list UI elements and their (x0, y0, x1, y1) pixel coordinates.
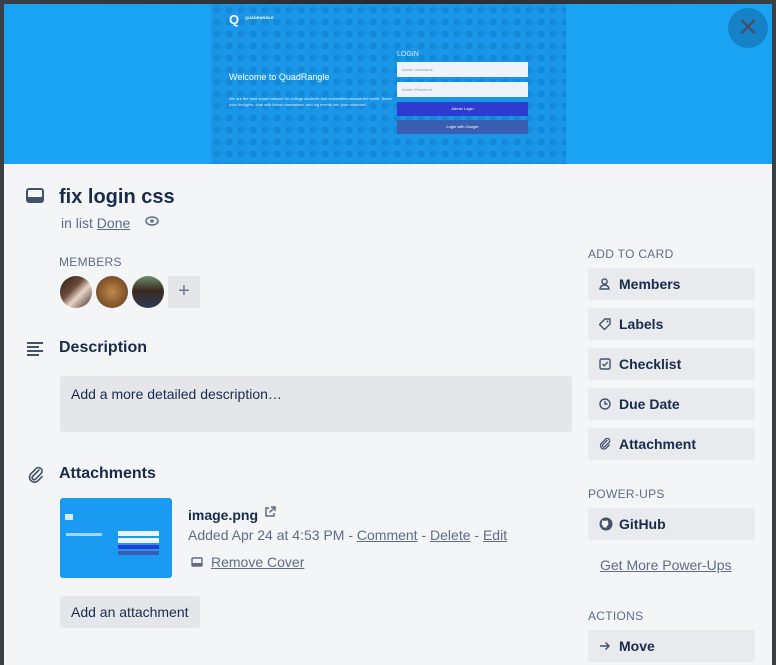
thumb-text (66, 533, 102, 536)
card-title[interactable]: fix login css (59, 186, 175, 209)
remove-cover-link[interactable]: Remove Cover (211, 554, 304, 570)
checkbox-icon (599, 358, 611, 370)
thumb-field (118, 531, 159, 536)
github-icon (599, 517, 613, 531)
attachments-heading: Attachments (59, 465, 156, 482)
cover-password-field: Admin Password (397, 82, 528, 97)
cover-welcome-text: Welcome to QuadRangle (229, 72, 330, 82)
github-button[interactable]: GitHub (588, 508, 755, 540)
power-ups-label: POWER-UPS (588, 487, 665, 501)
move-button[interactable]: Move (588, 630, 755, 662)
card-detail-modal: Q QUADRANGLE Welcome to QuadRangle We ar… (4, 4, 772, 665)
description-heading: Description (59, 339, 148, 356)
due-date-button[interactable]: Due Date (588, 388, 755, 420)
add-attachment-button[interactable]: Add an attachment (60, 596, 200, 628)
due-date-button-label: Due Date (619, 396, 680, 412)
thumb-field (118, 538, 159, 543)
card-icon (26, 188, 44, 203)
in-list-prefix: in list (61, 215, 93, 231)
add-member-button[interactable]: + (168, 276, 200, 308)
attachment-meta: Added Apr 24 at 4:53 PM - Comment - Dele… (188, 527, 507, 543)
attachment-button-label: Attachment (619, 436, 697, 452)
add-to-card-label: ADD TO CARD (588, 247, 674, 261)
person-icon (599, 278, 610, 290)
list-link[interactable]: Done (97, 215, 130, 231)
cover-logo: Q QUADRANGLE (229, 12, 274, 27)
attachment-edit-link[interactable]: Edit (483, 527, 507, 543)
open-external-icon[interactable] (263, 505, 277, 519)
thumb-button (118, 545, 159, 549)
thumb-logo (65, 514, 73, 520)
labels-button[interactable]: Labels (588, 308, 755, 340)
cover-username-field: Admin Username (397, 62, 528, 77)
avatar[interactable] (132, 276, 164, 308)
cover-card-icon (191, 557, 203, 567)
members-button-label: Members (619, 276, 681, 292)
attachment-button[interactable]: Attachment (588, 428, 755, 460)
cover-google-login-button: Login with Google (397, 120, 528, 134)
close-icon: ✕ (737, 12, 759, 42)
checklist-button[interactable]: Checklist (588, 348, 755, 380)
cover-image: Q QUADRANGLE Welcome to QuadRangle We ar… (211, 4, 566, 164)
attachment-file-name[interactable]: image.png (188, 507, 258, 523)
members-label: MEMBERS (59, 255, 122, 269)
actions-label: ACTIONS (588, 609, 644, 623)
close-button[interactable]: ✕ (728, 8, 768, 48)
attachment-delete-link[interactable]: Delete (430, 527, 470, 543)
move-button-label: Move (619, 638, 655, 654)
description-lines-icon (27, 342, 43, 356)
watch-eye-icon[interactable] (145, 215, 159, 227)
github-button-label: GitHub (619, 516, 666, 532)
paperclip-icon (28, 466, 43, 483)
checklist-button-label: Checklist (619, 356, 682, 372)
paperclip-icon (599, 438, 611, 450)
get-more-power-ups-link[interactable]: Get More Power-Ups (600, 557, 731, 573)
tag-icon (599, 318, 611, 330)
description-input[interactable]: Add a more detailed description… (60, 376, 572, 432)
avatar[interactable] (96, 276, 128, 308)
arrow-right-icon (600, 641, 611, 651)
cover-logo-name: QUADRANGLE (245, 15, 274, 20)
card-cover: Q QUADRANGLE Welcome to QuadRangle We ar… (4, 4, 772, 164)
avatar[interactable] (60, 276, 92, 308)
attachment-comment-link[interactable]: Comment (357, 527, 418, 543)
cover-blurb: We are the best social network for colle… (229, 96, 393, 107)
attachment-thumbnail[interactable] (60, 498, 172, 578)
cover-logo-letter: Q (229, 12, 240, 27)
remove-cover-row: Remove Cover (191, 554, 304, 570)
cover-login-label: LOGIN (397, 51, 419, 58)
attachment-added-text: Added Apr 24 at 4:53 PM - (188, 527, 353, 543)
separator: - (474, 527, 480, 543)
in-list-info: in list Done (61, 215, 130, 231)
thumb-button (118, 551, 159, 555)
cover-admin-login-button: Admin Login (397, 102, 528, 116)
separator: - (421, 527, 427, 543)
labels-button-label: Labels (619, 316, 664, 332)
clock-icon (599, 398, 611, 410)
members-button[interactable]: Members (588, 268, 755, 300)
